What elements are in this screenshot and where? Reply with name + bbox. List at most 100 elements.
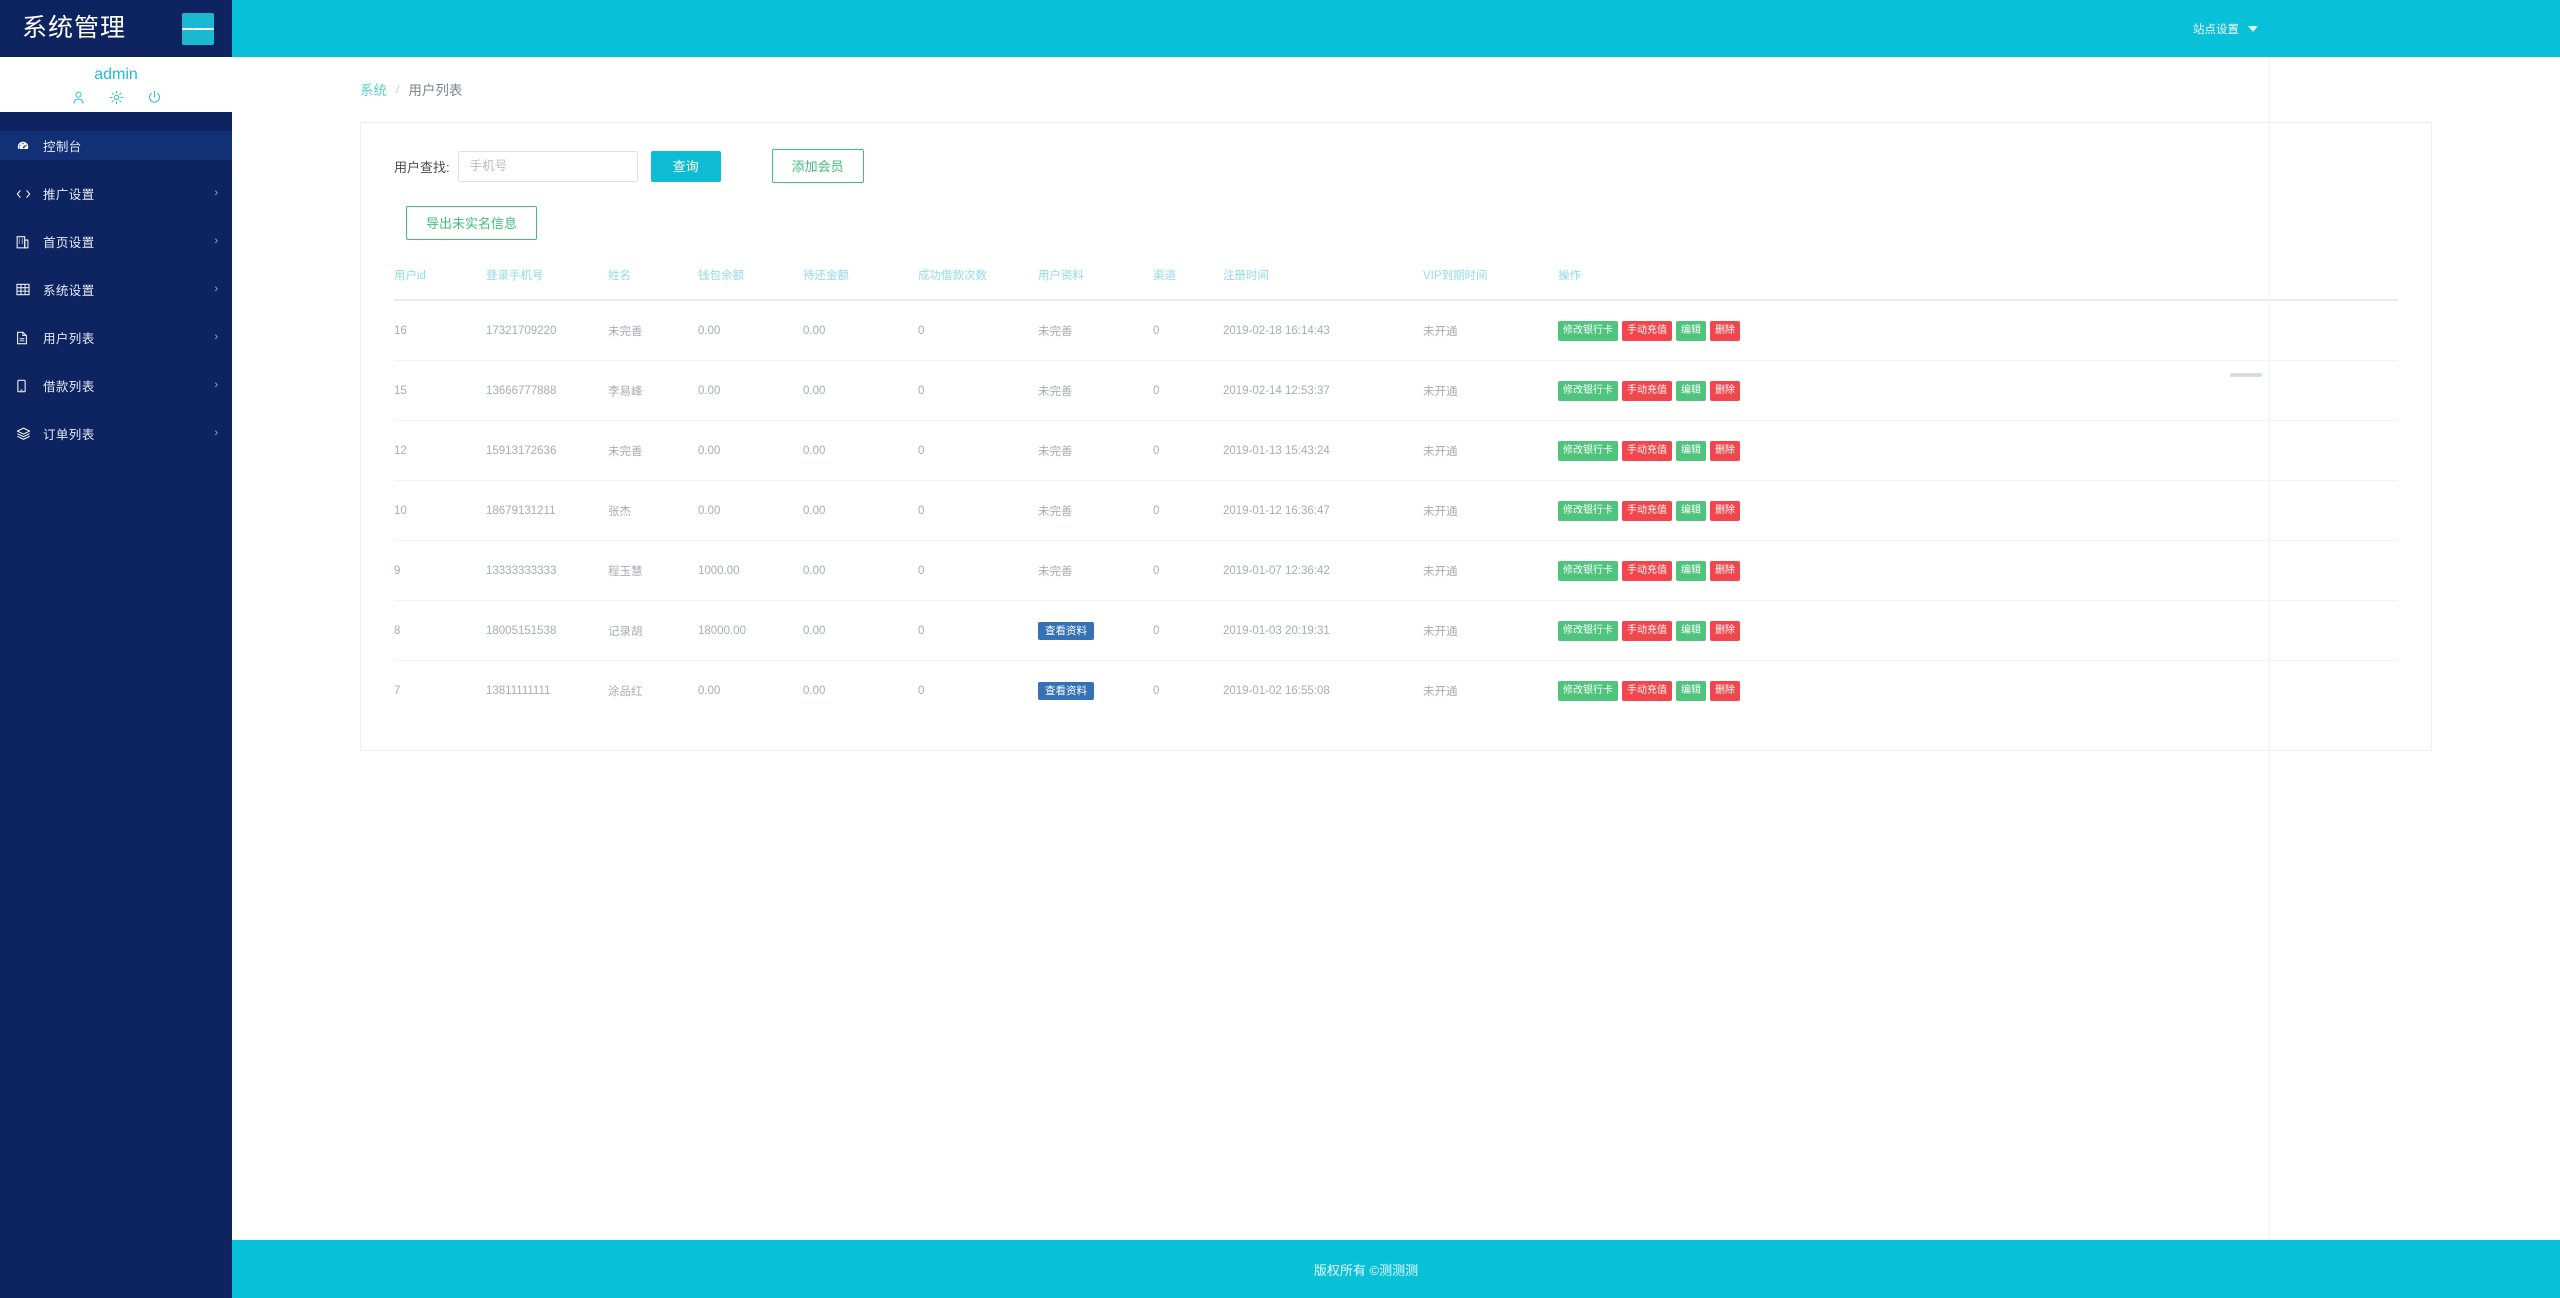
- cell-vip-expiry-text: 未开通: [1423, 326, 1458, 338]
- cell-phone-text: 13811111111: [486, 685, 550, 697]
- delete-button[interactable]: 删除: [1710, 441, 1740, 461]
- sidebar-item-order-list[interactable]: 订单列表 ›: [0, 419, 232, 448]
- sidebar-item-loan-list[interactable]: 借款列表 ›: [0, 371, 232, 400]
- profile-status-text: 未完善: [1038, 506, 1073, 518]
- edit-button[interactable]: 编辑: [1676, 561, 1706, 581]
- export-unverified-button[interactable]: 导出未实名信息: [406, 206, 537, 240]
- sidebar-item-user-list[interactable]: 用户列表 ›: [0, 323, 232, 352]
- manual-recharge-button[interactable]: 手动充值: [1622, 621, 1672, 641]
- cell-actions: 修改银行卡手动充值编辑删除: [1558, 661, 2398, 721]
- cell-channel: 0: [1153, 601, 1223, 661]
- cell-phone-text: 15913172636: [486, 445, 556, 457]
- cell-wallet-text: 18000.00: [698, 625, 746, 637]
- chevron-down-icon: [2248, 26, 2258, 32]
- cell-reg-time: 2019-01-07 12:36:42: [1223, 541, 1423, 601]
- user-icon[interactable]: [71, 90, 86, 105]
- user-id-link[interactable]: 7: [394, 685, 400, 697]
- col-header-due-amount: 待还金额: [803, 267, 918, 300]
- search-input[interactable]: [458, 151, 638, 182]
- manual-recharge-button[interactable]: 手动充值: [1622, 381, 1672, 401]
- cell-loan-count-text: 0: [918, 505, 924, 517]
- user-id-link[interactable]: 8: [394, 625, 400, 637]
- horizontal-scrollbar-thumb[interactable]: [2230, 373, 2262, 377]
- delete-button[interactable]: 删除: [1710, 561, 1740, 581]
- cell-due-amount-text: 0.00: [803, 505, 825, 517]
- user-id-link[interactable]: 16: [394, 325, 407, 337]
- delete-button[interactable]: 删除: [1710, 681, 1740, 701]
- sidebar-item-promotion-settings[interactable]: 推广设置 ›: [0, 179, 232, 208]
- manual-recharge-button[interactable]: 手动充值: [1622, 501, 1672, 521]
- cell-user-id: 7: [394, 661, 486, 721]
- edit-bank-card-button[interactable]: 修改银行卡: [1558, 381, 1618, 401]
- edit-button[interactable]: 编辑: [1676, 321, 1706, 341]
- sidebar-item-label: 推广设置: [43, 184, 208, 203]
- row-action-group: 修改银行卡手动充值编辑删除: [1558, 501, 2398, 521]
- user-id-link[interactable]: 10: [394, 505, 407, 517]
- cell-profile: 查看资料: [1038, 601, 1153, 661]
- view-profile-button[interactable]: 查看资料: [1038, 682, 1094, 701]
- cell-wallet-text: 0.00: [698, 445, 720, 457]
- sidebar-item-dashboard[interactable]: 控制台: [0, 131, 232, 160]
- user-id-link[interactable]: 12: [394, 445, 407, 457]
- query-button[interactable]: 查询: [651, 151, 721, 182]
- edit-button[interactable]: 编辑: [1676, 501, 1706, 521]
- cell-reg-time-text: 2019-02-18 16:14:43: [1223, 325, 1330, 337]
- edit-bank-card-button[interactable]: 修改银行卡: [1558, 621, 1618, 641]
- edit-bank-card-button[interactable]: 修改银行卡: [1558, 561, 1618, 581]
- cell-phone-text: 13666777888: [486, 385, 556, 397]
- col-header-phone: 登录手机号: [486, 267, 608, 300]
- cell-profile: 查看资料: [1038, 661, 1153, 721]
- table-row: 913333333333程玉慧1000.000.000未完善02019-01-0…: [394, 541, 2398, 601]
- edit-bank-card-button[interactable]: 修改银行卡: [1558, 681, 1618, 701]
- power-icon[interactable]: [147, 90, 162, 105]
- gear-icon[interactable]: [109, 90, 124, 105]
- sidebar-item-system-settings[interactable]: 系统设置 ›: [0, 275, 232, 304]
- edit-button[interactable]: 编辑: [1676, 681, 1706, 701]
- edit-button[interactable]: 编辑: [1676, 441, 1706, 461]
- cell-due-amount-text: 0.00: [803, 565, 825, 577]
- cell-profile: 未完善: [1038, 541, 1153, 601]
- view-profile-button[interactable]: 查看资料: [1038, 622, 1094, 641]
- cell-vip-expiry: 未开通: [1423, 361, 1558, 421]
- edit-button[interactable]: 编辑: [1676, 621, 1706, 641]
- cell-channel: 0: [1153, 481, 1223, 541]
- cell-wallet: 0.00: [698, 361, 803, 421]
- profile-card: admin: [0, 57, 232, 112]
- manual-recharge-button[interactable]: 手动充值: [1622, 561, 1672, 581]
- cell-reg-time: 2019-01-13 15:43:24: [1223, 421, 1423, 481]
- cell-wallet-text: 0.00: [698, 325, 720, 337]
- edit-bank-card-button[interactable]: 修改银行卡: [1558, 441, 1618, 461]
- edit-bank-card-button[interactable]: 修改银行卡: [1558, 321, 1618, 341]
- add-member-button[interactable]: 添加会员: [772, 149, 864, 183]
- manual-recharge-button[interactable]: 手动充值: [1622, 441, 1672, 461]
- cell-phone: 13666777888: [486, 361, 608, 421]
- code-icon: [16, 187, 33, 201]
- delete-button[interactable]: 删除: [1710, 321, 1740, 341]
- cell-loan-count-text: 0: [918, 445, 924, 457]
- cell-reg-time: 2019-01-12 16:36:47: [1223, 481, 1423, 541]
- sidebar-item-home-settings[interactable]: 首页设置 ›: [0, 227, 232, 256]
- user-id-link[interactable]: 15: [394, 385, 407, 397]
- manual-recharge-button[interactable]: 手动充值: [1622, 681, 1672, 701]
- table-header-row: 用户id 登录手机号 姓名 钱包余额 待还金额 成功借款次数 用户资料 渠道 注…: [394, 267, 2398, 300]
- cell-wallet: 1000.00: [698, 541, 803, 601]
- breadcrumb-root[interactable]: 系统: [360, 79, 387, 99]
- hamburger-icon[interactable]: [182, 13, 214, 45]
- edit-button[interactable]: 编辑: [1676, 381, 1706, 401]
- cell-reg-time-text: 2019-01-12 16:36:47: [1223, 505, 1330, 517]
- nav-spacer: [0, 400, 232, 419]
- delete-button[interactable]: 删除: [1710, 621, 1740, 641]
- sidebar: 系统管理 admin: [0, 0, 232, 1298]
- cell-user-id: 16: [394, 300, 486, 361]
- cell-reg-time-text: 2019-01-03 20:19:31: [1223, 625, 1330, 637]
- cell-name: 程玉慧: [608, 541, 698, 601]
- footer: 版权所有 ©测测测: [232, 1240, 2560, 1298]
- user-id-link[interactable]: 9: [394, 565, 400, 577]
- manual-recharge-button[interactable]: 手动充值: [1622, 321, 1672, 341]
- file-icon: [16, 331, 33, 345]
- delete-button[interactable]: 删除: [1710, 501, 1740, 521]
- edit-bank-card-button[interactable]: 修改银行卡: [1558, 501, 1618, 521]
- site-setting-menu[interactable]: 站点设置: [2193, 21, 2258, 37]
- nav-spacer: [0, 112, 232, 131]
- delete-button[interactable]: 删除: [1710, 381, 1740, 401]
